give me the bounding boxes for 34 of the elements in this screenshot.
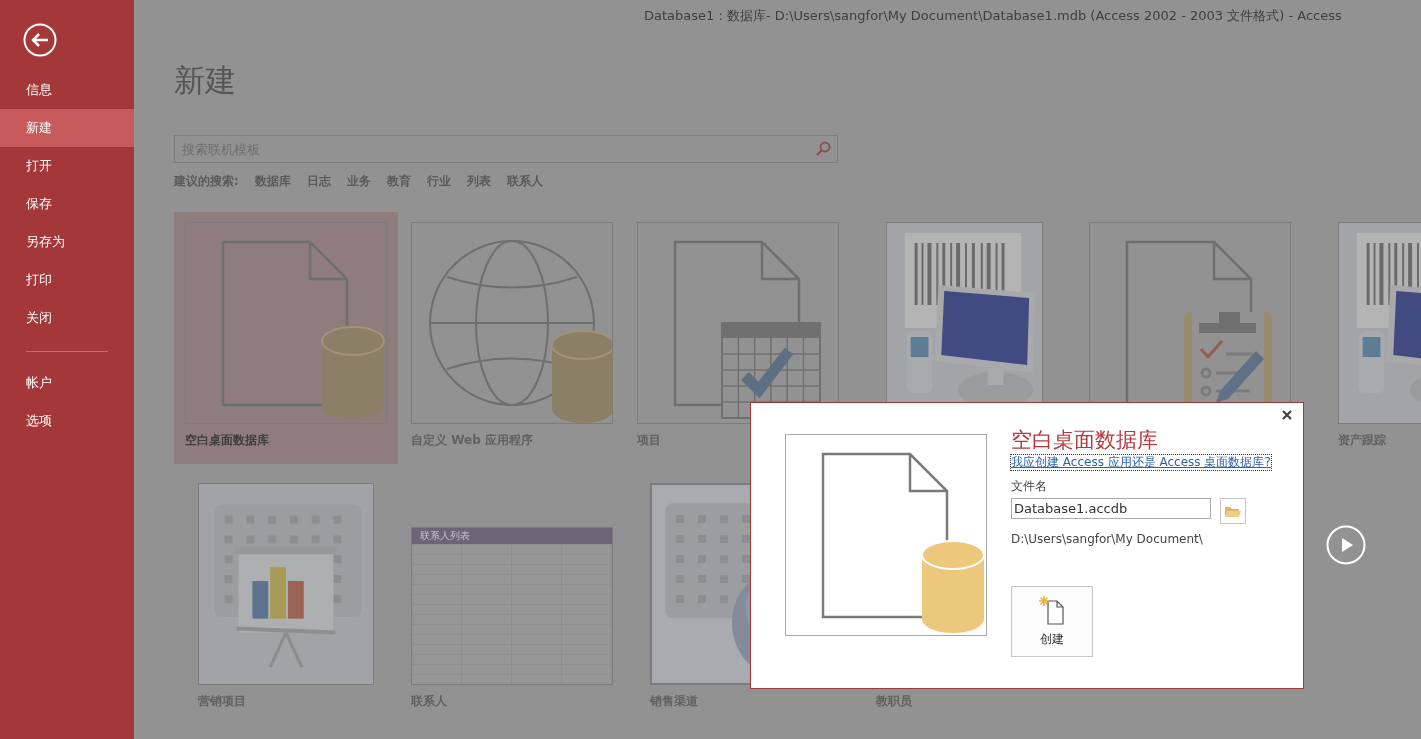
sidebar-item[interactable]: 打开 (0, 147, 134, 185)
window-title: Database1 : 数据库- D:\Users\sangfor\My Document\Database1.mdb (Access 2002 - 2003 文件格式) - Access (643, 7, 1343, 25)
folder-icon (1224, 504, 1242, 518)
suggested-search-link[interactable]: 教育 (386, 172, 411, 190)
suggested-search-link[interactable]: 行业 (426, 172, 451, 190)
play-button-icon[interactable] (1326, 525, 1366, 565)
sidebar-item[interactable]: 新建 (0, 109, 134, 147)
preview-title: 联系人列表 (420, 530, 470, 542)
folder-path: D:\Users\sangfor\My Document\ (1011, 532, 1204, 546)
sidebar-item[interactable]: 帐户 (0, 364, 134, 402)
suggested-search-link[interactable]: 联系人 (506, 172, 543, 190)
search-icon (815, 141, 831, 157)
new-document-icon (1038, 595, 1066, 625)
back-icon[interactable] (23, 23, 57, 57)
template-card[interactable]: 空白桌面数据库 (174, 212, 398, 464)
template-label: 空白桌面数据库 (185, 432, 270, 449)
sidebar-item[interactable]: 信息 (0, 71, 134, 109)
close-icon[interactable] (1281, 409, 1293, 421)
suggested-search-link[interactable]: 数据库 (254, 172, 291, 190)
sidebar-item[interactable]: 打印 (0, 261, 134, 299)
sidebar-item[interactable]: 保存 (0, 185, 134, 223)
file-name-field[interactable]: Database1.accdb (1011, 498, 1211, 519)
create-button[interactable]: 创建 (1011, 586, 1093, 657)
suggested-search-link[interactable]: 业务 (346, 172, 371, 190)
sidebar-item[interactable]: 另存为 (0, 223, 134, 261)
suggested-searches-label: 建议的搜索: (174, 172, 239, 190)
help-link[interactable]: 我应创建 Access 应用还是 Access 桌面数据库? (1011, 455, 1271, 470)
sidebar-item[interactable]: 关闭 (0, 299, 134, 337)
page-heading: 新建 (174, 61, 237, 100)
dialog-title: 空白桌面数据库 (1011, 427, 1159, 453)
file-name-label: 文件名 (1011, 478, 1048, 494)
sidebar-item[interactable]: 选项 (0, 402, 134, 440)
suggested-search-link[interactable]: 日志 (306, 172, 331, 190)
suggested-search-link[interactable]: 列表 (466, 172, 491, 190)
